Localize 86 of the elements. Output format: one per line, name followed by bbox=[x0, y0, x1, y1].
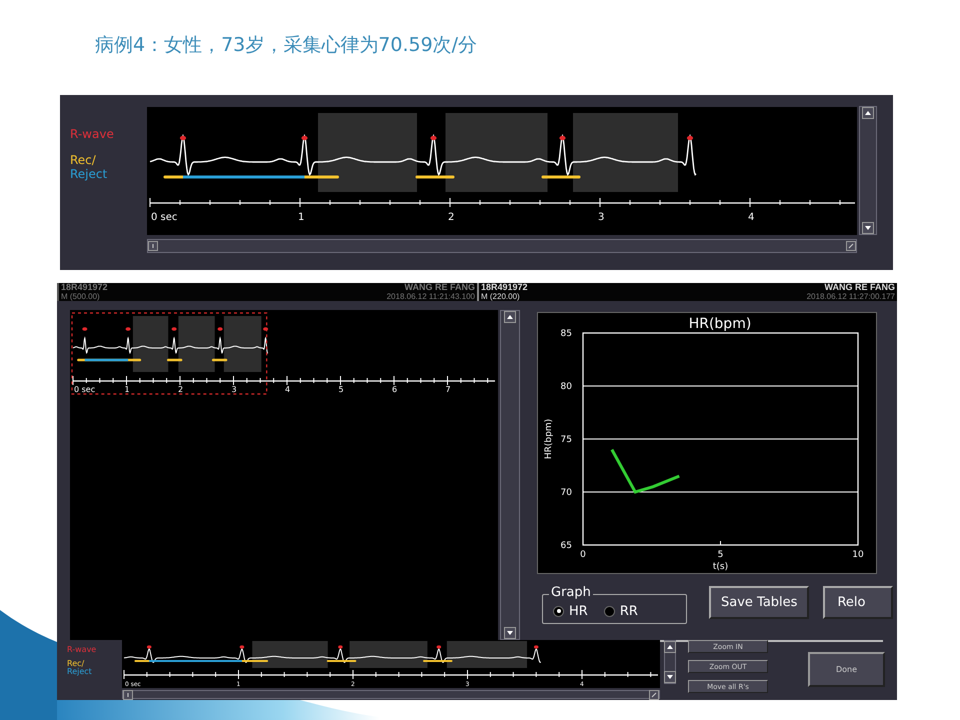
recorded-bar bbox=[212, 358, 228, 362]
r-wave-marker bbox=[436, 645, 442, 649]
hr-line bbox=[610, 448, 680, 494]
mode-label: M (220.00) bbox=[481, 292, 521, 301]
axis-label: 1 bbox=[298, 212, 304, 223]
vertical-scrollbar[interactable] bbox=[664, 640, 676, 684]
timestamp: 2018.06.12 11:27:00.177 bbox=[806, 292, 895, 301]
patient-name: WANG RE FANG bbox=[824, 283, 895, 292]
resize-grip-icon[interactable] bbox=[649, 690, 659, 700]
slide-title: 病例4：女性，73岁，采集心律为70.59次/分 bbox=[94, 33, 478, 56]
legend-label: Rec/ bbox=[67, 660, 84, 668]
record-id: 18R491972 bbox=[61, 283, 108, 292]
shaded-segment bbox=[132, 316, 168, 372]
vertical-scrollbar[interactable] bbox=[859, 106, 877, 235]
scroll-thumb-icon[interactable] bbox=[148, 241, 158, 251]
x-axis-label: t(s) bbox=[712, 562, 728, 572]
scroll-down-icon[interactable] bbox=[504, 627, 516, 639]
y-tick-label: 70 bbox=[560, 488, 572, 498]
y-axis-label: HR(bpm) bbox=[544, 418, 554, 460]
r-wave-marker bbox=[534, 645, 538, 649]
axis-label: 4 bbox=[285, 385, 290, 394]
recorded-bar bbox=[542, 176, 580, 178]
radio-icon[interactable] bbox=[604, 606, 615, 616]
radio-option[interactable]: HR bbox=[553, 604, 588, 618]
axis-label: 2 bbox=[178, 385, 184, 394]
r-wave-marker bbox=[126, 327, 131, 331]
group-title: Graph bbox=[549, 585, 593, 600]
r-wave-marker bbox=[146, 645, 152, 649]
done-button[interactable]: Done bbox=[808, 652, 885, 687]
radio-option[interactable]: RR bbox=[604, 604, 638, 618]
r-wave-marker bbox=[218, 327, 223, 331]
scroll-up-icon[interactable] bbox=[504, 311, 516, 323]
axis-label: 3 bbox=[232, 385, 237, 394]
r-wave-marker bbox=[180, 136, 186, 140]
mode-label: M (500.00) bbox=[61, 292, 101, 301]
scroll-up-icon[interactable] bbox=[664, 641, 676, 653]
r-wave-marker bbox=[686, 136, 694, 140]
r-wave-marker bbox=[559, 136, 566, 140]
toolbar-button[interactable]: Relo bbox=[823, 586, 894, 619]
recorded-bar bbox=[166, 358, 182, 362]
scroll-up-icon[interactable] bbox=[862, 107, 874, 119]
legend-label: R-wave bbox=[70, 127, 115, 141]
axis-label: 7 bbox=[446, 385, 451, 394]
x-tick-label: 10 bbox=[852, 550, 864, 560]
scroll-thumb-icon[interactable] bbox=[123, 690, 133, 700]
y-tick-label: 85 bbox=[560, 329, 572, 339]
chart-title: HR(bpm) bbox=[688, 316, 752, 332]
legend-label: Reject bbox=[70, 167, 108, 181]
r-wave-marker bbox=[263, 327, 268, 331]
toolbar-button[interactable]: Save Tables bbox=[709, 586, 810, 619]
axis-label: 1 bbox=[124, 385, 130, 394]
recorded-bar bbox=[416, 176, 454, 178]
horizontal-scrollbar[interactable] bbox=[147, 239, 857, 253]
x-tick-label: 0 bbox=[580, 550, 586, 560]
axis-label: 0 sec bbox=[151, 212, 178, 223]
shaded-segment bbox=[224, 316, 262, 372]
axis-label: 6 bbox=[392, 385, 398, 394]
axis-label: 0 sec bbox=[74, 385, 96, 394]
axis-label: 5 bbox=[338, 385, 344, 394]
y-tick-label: 65 bbox=[560, 541, 572, 551]
resize-grip-icon[interactable] bbox=[846, 241, 856, 251]
axis-label: 4 bbox=[748, 212, 754, 223]
record-id: 18R491972 bbox=[481, 283, 528, 292]
timestamp: 2018.06.12 11:21:43.100 bbox=[386, 292, 475, 301]
axis-label: 2 bbox=[448, 212, 454, 223]
legend-label: Rec/ bbox=[70, 153, 97, 167]
patient-name: WANG RE FANG bbox=[404, 283, 475, 292]
vertical-scrollbar[interactable] bbox=[500, 310, 520, 640]
r-wave-marker bbox=[338, 645, 343, 649]
r-wave-marker bbox=[82, 327, 88, 331]
x-tick-label: 5 bbox=[718, 550, 724, 560]
horizontal-scrollbar[interactable] bbox=[122, 690, 660, 699]
y-tick-label: 80 bbox=[560, 382, 572, 392]
y-tick-label: 75 bbox=[560, 435, 572, 445]
axis-label: 3 bbox=[598, 212, 604, 223]
scroll-down-icon[interactable] bbox=[862, 222, 874, 234]
radio-icon[interactable] bbox=[553, 606, 564, 616]
scroll-down-icon[interactable] bbox=[664, 671, 676, 683]
shaded-segment bbox=[178, 316, 215, 372]
r-wave-marker bbox=[240, 645, 244, 649]
reject-bar bbox=[84, 358, 128, 362]
r-wave-marker bbox=[172, 327, 177, 331]
r-wave-marker bbox=[301, 136, 308, 140]
r-wave-marker bbox=[430, 136, 437, 140]
legend-label: Reject bbox=[67, 668, 93, 676]
legend-label: R-wave bbox=[67, 646, 98, 654]
